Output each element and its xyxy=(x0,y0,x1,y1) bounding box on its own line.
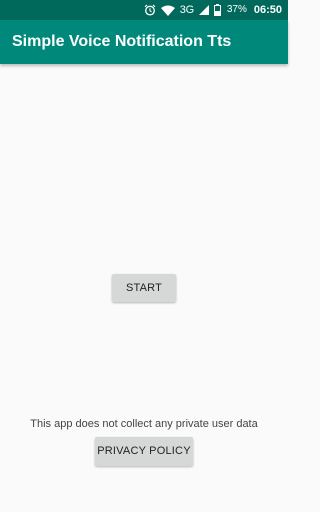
network-type: 3G xyxy=(179,4,194,16)
status-time: 06:50 xyxy=(253,4,282,16)
wifi-icon xyxy=(160,5,175,16)
battery-icon xyxy=(213,4,221,16)
status-bar: 3G 37% 06:50 xyxy=(0,0,288,20)
app-bar: Simple Voice Notification Tts xyxy=(0,20,288,64)
alarm-icon xyxy=(144,4,156,16)
signal-icon xyxy=(198,5,209,15)
app-title: Simple Voice Notification Tts xyxy=(12,33,232,50)
battery-percent: 37% xyxy=(226,4,247,15)
privacy-note: This app does not collect any private us… xyxy=(30,418,258,430)
start-button[interactable]: START xyxy=(112,274,176,302)
status-icons: 3G 37% 06:50 xyxy=(144,0,282,20)
privacy-policy-button[interactable]: PRIVACY POLICY xyxy=(95,437,193,466)
app-screen: 3G 37% 06:50 Simple Voice Notification T… xyxy=(0,0,288,512)
